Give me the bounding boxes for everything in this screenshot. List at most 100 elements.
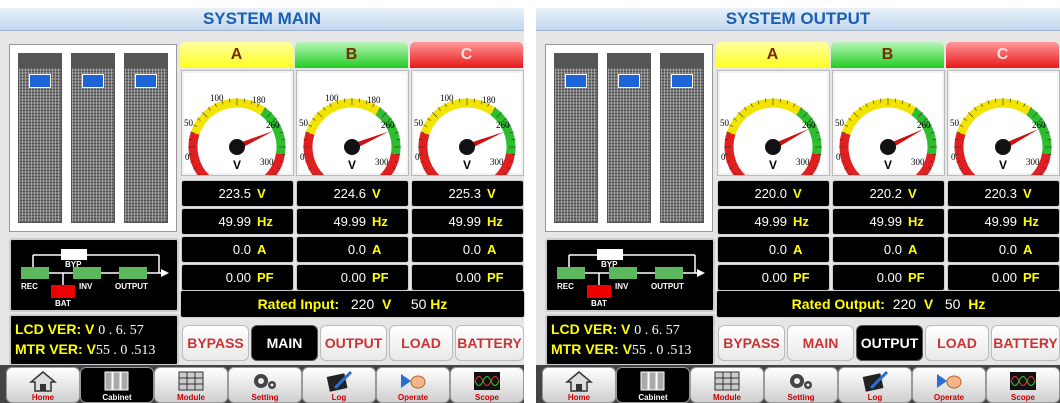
nav-cabinet[interactable]: Cabinet [616, 367, 690, 403]
phase-c-header: C [410, 42, 523, 68]
tab-bypass[interactable]: BYPASS [718, 325, 785, 361]
panel-title: SYSTEM OUTPUT [536, 8, 1060, 31]
svg-text:180: 180 [482, 95, 496, 105]
voltage-b: 224.6 V [296, 180, 409, 207]
tab-bypass[interactable]: BYPASS [182, 325, 249, 361]
mtr-version-value: 55 . 0 .513 [95, 343, 156, 358]
battery-block [51, 285, 75, 298]
ups-module-rack [607, 53, 651, 223]
svg-text:260: 260 [381, 120, 395, 130]
voltage-b: 220.2 V [832, 180, 945, 207]
voltage-gauge-c: 100 180 50 260 0 300 V [411, 70, 524, 182]
rated-label: Rated Output: [791, 296, 885, 312]
rated-voltage-unit: V [923, 296, 934, 312]
home-icon [29, 371, 57, 392]
svg-text:50: 50 [299, 118, 309, 128]
current-b: 0.0 A [832, 236, 945, 263]
phase-a-header: A [180, 42, 293, 68]
log-pen-icon [326, 370, 353, 392]
nav-scope[interactable]: Scope [450, 367, 524, 403]
rated-label: Rated Input: [257, 296, 340, 312]
power-flow-diagram: BYP REC INV OUTPUT BAT [9, 238, 179, 312]
svg-text:180: 180 [252, 95, 266, 105]
voltage-gauge-c: 50 260 0 300 V [947, 70, 1060, 182]
power-factor-c: 0.00 PF [947, 264, 1060, 291]
frequency-c: 49.99 Hz [947, 208, 1060, 235]
nav-home[interactable]: Home [542, 367, 616, 403]
lcd-version-value: 0 . 6. 57 [98, 323, 144, 338]
current-a: 0.0 A [717, 236, 830, 263]
output-block [655, 267, 683, 279]
tab-load[interactable]: LOAD [925, 325, 989, 361]
svg-text:100: 100 [325, 93, 339, 103]
rated-frequency: 50 [410, 296, 427, 312]
svg-text:V: V [884, 158, 892, 172]
cabinet-view[interactable] [9, 44, 177, 232]
svg-text:300: 300 [796, 157, 810, 167]
tab-battery[interactable]: BATTERY [455, 325, 524, 361]
view-tabs: BYPASS MAIN OUTPUT LOAD BATTERY [178, 320, 524, 361]
output-label: OUTPUT [651, 282, 684, 291]
lcd-version-label: LCD VER: [551, 321, 618, 337]
module-display-icon [618, 74, 640, 88]
rated-voltage: 220 [892, 296, 917, 312]
rated-voltage: 220 [350, 296, 375, 312]
nav-home[interactable]: Home [6, 367, 80, 403]
voltage-gauge-a: 50 260 0 300 V [717, 70, 830, 182]
rated-output: Rated Output: 220 V 50 Hz [716, 290, 1060, 318]
nav-scope[interactable]: Scope [986, 367, 1060, 403]
svg-text:50: 50 [835, 118, 845, 128]
version-info: LCD VER: V 0 . 6. 57 MTR VER: V55 . 0 .5… [545, 314, 715, 366]
svg-text:50: 50 [950, 118, 960, 128]
system-output-panel: SYSTEM OUTPUT BYP REC INV OUTPUT BAT LCD… [536, 8, 1060, 403]
panel-title: SYSTEM MAIN [0, 8, 524, 31]
nav-setting[interactable]: Setting [228, 367, 302, 403]
current-b: 0.0 A [296, 236, 409, 263]
svg-text:300: 300 [375, 157, 389, 167]
tab-main[interactable]: MAIN [787, 325, 854, 361]
nav-module[interactable]: Module [690, 367, 764, 403]
voltage-gauge-b: 100 180 50 260 0 300 V [296, 70, 409, 182]
svg-text:V: V [348, 158, 356, 172]
frequency-b: 49.99 Hz [296, 208, 409, 235]
nav-operate[interactable]: Operate [376, 367, 450, 403]
output-block [119, 267, 147, 279]
power-factor-a: 0.00 PF [717, 264, 830, 291]
system-main-panel: SYSTEM MAIN BYP REC INV OUTPUT BAT LCD V… [0, 8, 525, 403]
nav-log[interactable]: Log [838, 367, 912, 403]
ups-module-rack [660, 53, 704, 223]
cabinet-view[interactable] [545, 44, 713, 232]
svg-text:0: 0 [721, 152, 726, 162]
svg-text:50: 50 [720, 118, 730, 128]
svg-text:V: V [233, 158, 241, 172]
svg-text:50: 50 [414, 118, 424, 128]
tab-output[interactable]: OUTPUT [320, 325, 387, 361]
tab-main[interactable]: MAIN [251, 325, 318, 361]
ups-module-rack [18, 53, 62, 223]
nav-cabinet[interactable]: Cabinet [80, 367, 154, 403]
phase-b-header: B [295, 42, 408, 68]
byp-label: BYP [601, 260, 618, 269]
inv-label: INV [615, 282, 629, 291]
frequency-c: 49.99 Hz [411, 208, 524, 235]
nav-log[interactable]: Log [302, 367, 376, 403]
svg-text:0: 0 [951, 152, 956, 162]
rec-label: REC [21, 282, 38, 291]
lcd-v-letter: V [85, 321, 95, 337]
lcd-version-value: 0 . 6. 57 [634, 323, 680, 338]
tab-load[interactable]: LOAD [389, 325, 453, 361]
bat-label: BAT [591, 299, 607, 308]
svg-text:300: 300 [911, 157, 925, 167]
bypass-block [61, 249, 87, 260]
frequency-b: 49.99 Hz [832, 208, 945, 235]
bottom-nav: Home Cabinet Module Setting Log Operate … [536, 365, 1060, 403]
svg-text:100: 100 [210, 93, 224, 103]
lcd-version-label: LCD VER: [15, 321, 82, 337]
bat-label: BAT [55, 299, 71, 308]
svg-text:50: 50 [184, 118, 194, 128]
nav-module[interactable]: Module [154, 367, 228, 403]
nav-operate[interactable]: Operate [912, 367, 986, 403]
tab-output[interactable]: OUTPUT [856, 325, 923, 361]
tab-battery[interactable]: BATTERY [991, 325, 1060, 361]
nav-setting[interactable]: Setting [764, 367, 838, 403]
